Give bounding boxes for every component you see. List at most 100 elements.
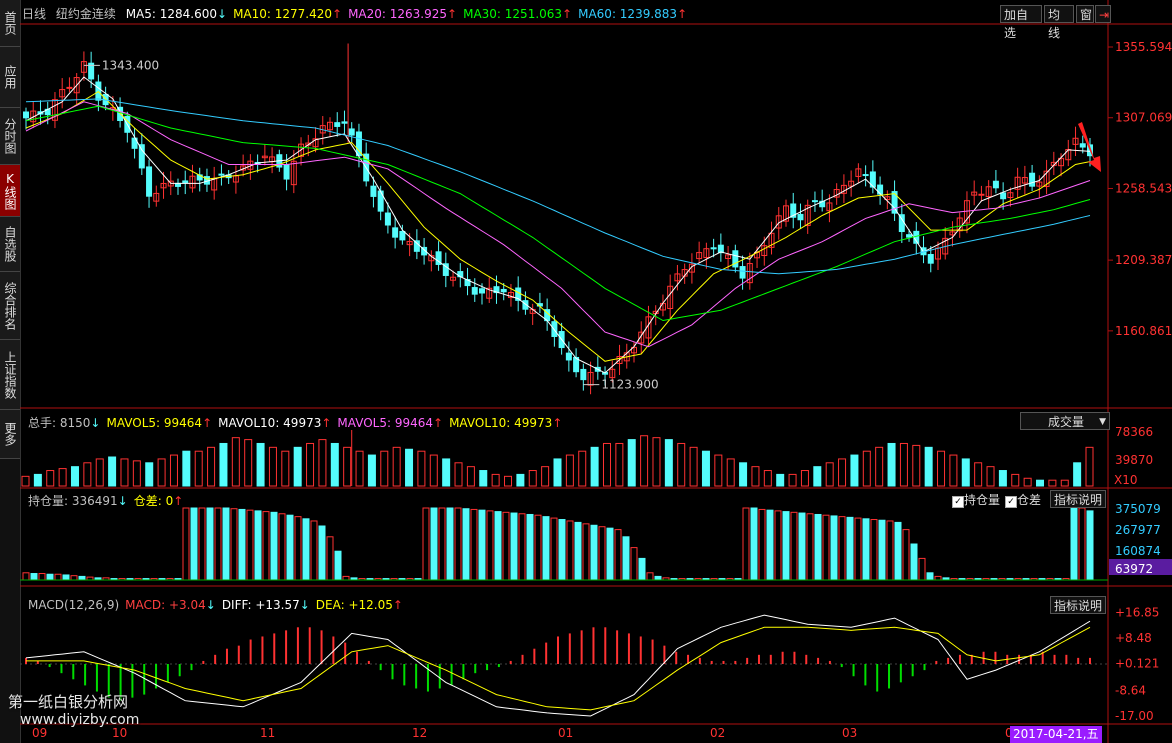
arrow-up-icon: ↑ [392,598,403,612]
candle-body [710,247,717,250]
oi-bar [750,507,758,581]
oi-legend-item: 仓差: 0 [133,494,174,508]
oi-bar [614,529,622,581]
sidebar-tab-5[interactable]: 综合排名 [0,272,20,340]
volume-bar [95,458,104,487]
oi-bar [286,514,294,581]
sidebar-tab-7[interactable]: 更多 [0,410,20,459]
oi-bar [534,514,542,581]
oi-bar [766,509,774,581]
oi-bar [886,520,894,581]
oi-bar [214,507,222,581]
time-tick-label: 03 [842,726,857,740]
oi-bar [310,520,318,581]
avg-line-button[interactable]: 均线 [1044,5,1074,40]
volume-bar [701,450,710,487]
volume-bar [899,442,908,487]
oi-bar [190,507,198,581]
oi-bar [1078,507,1086,581]
oi-help-button[interactable]: 指标说明 [1050,490,1106,508]
macd-help-button[interactable]: 指标说明 [1050,596,1106,614]
candle-body [1079,143,1086,148]
oi-bar [510,512,518,581]
oi-bar [294,516,302,581]
volume-bar [70,466,79,487]
volume-indicator-select[interactable]: 成交量 ▼ [1020,412,1110,430]
volume-bar [417,450,426,487]
sidebar-tab-6[interactable]: 上证指数 [0,340,20,410]
macd-header: MACD(12,26,9) MACD: +3.04↓ DIFF: +13.57↓ DE… [22,598,403,612]
main-header: 日线 纽约金连续 MA5: 1284.600↓ MA10: 1277.420↑ MA… [22,5,687,22]
diff-checkbox[interactable]: ✓ 仓差 [1005,491,1041,508]
candle-body [739,266,746,279]
oi-bar [318,525,326,581]
candle-body [500,288,507,293]
oi-bar [654,575,662,581]
volume-bar [640,435,649,487]
arrow-up-icon: ↑ [173,494,184,508]
candle-body [413,240,420,252]
add-watchlist-button[interactable]: 加自选 [1000,5,1042,40]
exit-icon[interactable]: ⇥ [1095,5,1111,23]
volume-bar [454,462,463,487]
oi-bar [182,507,190,581]
window-button[interactable]: 窗 [1076,5,1094,23]
low-label: 1123.900 [601,378,658,392]
oi-bar [478,509,486,581]
oi-bar [934,575,942,581]
candle-body [906,234,913,238]
volume-bar [776,473,785,487]
arrow-up-icon: ↑ [552,416,563,430]
oi-bar [446,507,454,581]
oi-bar [518,513,526,581]
candle-body [1000,192,1007,200]
sidebar-tab-3[interactable]: K线图 [0,165,20,217]
candle-body [392,227,399,238]
volume-bar [21,475,30,487]
volume-tick-label: 39870 [1115,453,1153,467]
oi-checkbox[interactable]: ✓ 持仓量 [952,491,1000,508]
volume-bar [491,473,500,487]
oi-bar [422,507,430,581]
candle-body [138,144,145,169]
oi-bar [22,572,30,581]
arrow-down-icon: ↓ [217,7,228,21]
volume-bar [442,458,451,487]
candle-body [927,253,934,264]
sidebar-tab-4[interactable]: 自选股 [0,217,20,272]
volume-bar [788,473,797,487]
sidebar-tab-2[interactable]: 分时图 [0,108,20,165]
oi-tick-label: 267977 [1115,523,1161,537]
oi-tick-label: 63972 [1115,562,1153,576]
oi-bar [262,511,270,581]
ma-line-ma5 [25,76,1091,374]
volume-bar [306,442,315,487]
volume-bar [937,450,946,487]
volume-bar [244,439,253,487]
ma-line-ma10 [25,90,1091,362]
checkbox-checked-icon: ✓ [1005,496,1017,508]
volume-bar [194,450,203,487]
arrow-down-icon: ↓ [90,416,101,430]
oi-bar [910,543,918,581]
macd-tick-label: +0.121 [1115,657,1159,671]
oi-bar [62,574,70,581]
volume-bar [1048,479,1057,487]
arrow-up-icon: ↑ [433,416,444,430]
price-tick-label: 1307.069 [1115,111,1172,125]
sidebar-tab-1[interactable]: 应用 [0,47,20,108]
time-tick-label: 10 [112,726,127,740]
arrow-up-icon: ↑ [562,7,573,21]
sidebar-tab-0[interactable]: 首页 [0,0,20,47]
volume-bar [169,454,178,487]
volume-bar [602,442,611,487]
volume-bar [1036,479,1045,487]
volume-bar [318,439,327,487]
period-label: 日线 [22,7,47,21]
volume-legend-item: MAVOL5: 99464 [106,416,203,430]
oi-bar [246,509,254,581]
volume-bar [405,448,414,487]
oi-bar [494,511,502,581]
volume-bar [763,470,772,487]
oi-bar [70,575,78,581]
